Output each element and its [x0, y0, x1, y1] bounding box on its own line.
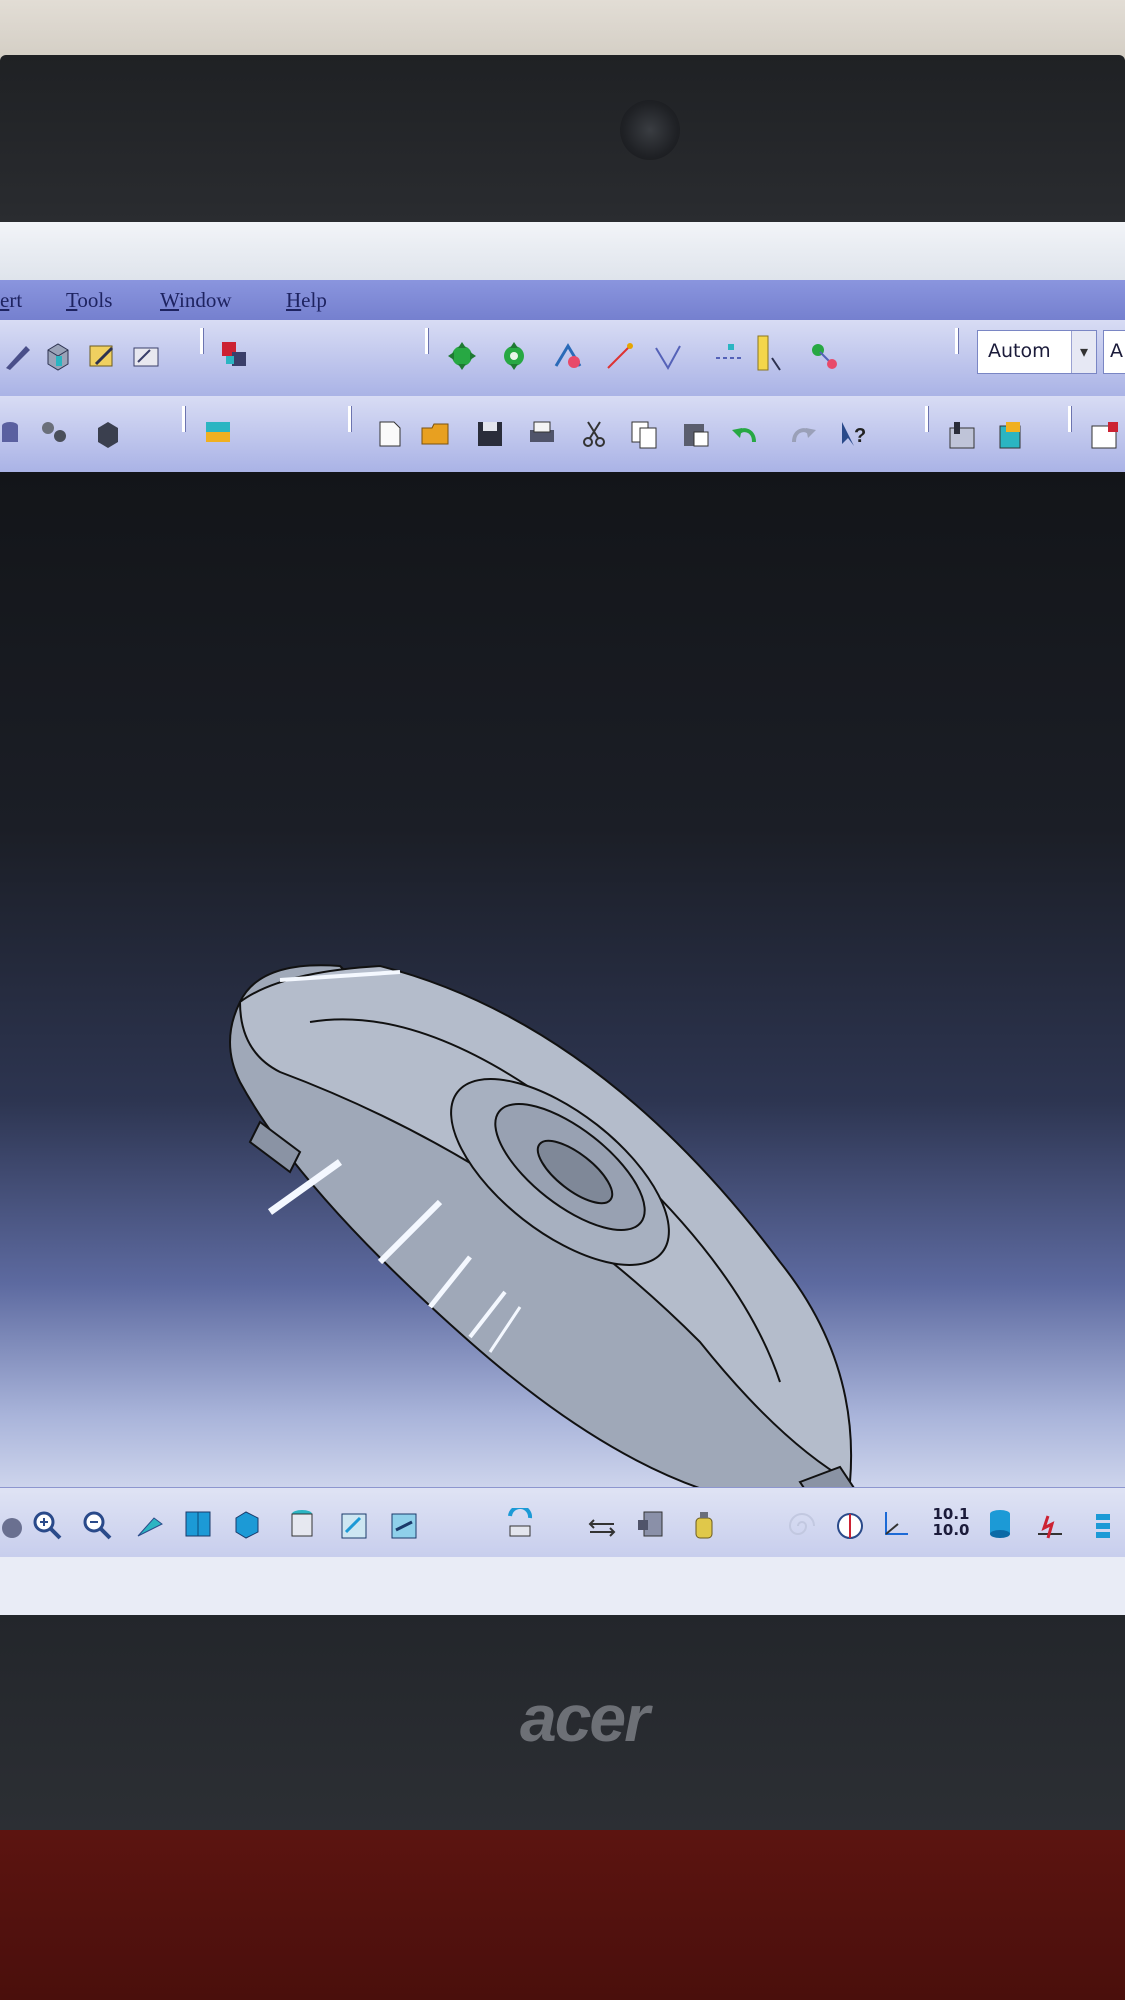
drawing-icon[interactable]	[130, 340, 162, 372]
menu-bar: ert Tools Window Help	[0, 280, 1125, 320]
toolbar-separator	[348, 406, 351, 432]
menu-insert[interactable]: ert	[0, 288, 22, 313]
webcam	[620, 100, 680, 160]
plane-icon[interactable]	[752, 334, 784, 374]
toolbar-separator	[1068, 406, 1071, 432]
svg-text:?: ?	[854, 425, 866, 447]
laptop-screen: ert Tools Window Help Autom ▾ A ? 10.1 1…	[0, 222, 1125, 1622]
whats-this-help-icon[interactable]: ?	[838, 418, 870, 450]
spiral-icon	[788, 1513, 815, 1535]
precision-readout-top: 10.1	[932, 1505, 970, 1523]
apply-material-icon[interactable]	[636, 1508, 668, 1540]
window-titlebar	[0, 222, 1125, 280]
mass-properties-icon[interactable]	[688, 1508, 720, 1540]
cylinder-icon[interactable]	[0, 418, 32, 450]
constraint-icon[interactable]	[552, 340, 584, 372]
more-tools-icon[interactable]	[1090, 1510, 1122, 1542]
3d-viewport[interactable]	[0, 472, 1125, 1514]
sectioning-icon[interactable]	[834, 1510, 866, 1542]
save-icon[interactable]	[474, 418, 506, 450]
toolbar-separator	[425, 328, 428, 354]
sketch-icon[interactable]	[2, 340, 34, 372]
paste-icon[interactable]	[680, 418, 712, 450]
print-icon[interactable]	[526, 418, 558, 450]
laptop-top-bezel	[0, 55, 1125, 225]
normal-view-icon[interactable]	[134, 1510, 166, 1542]
menu-tools[interactable]: Tools	[66, 288, 112, 313]
render-mode-select[interactable]: Autom ▾	[977, 330, 1097, 374]
laptop-body	[0, 1830, 1125, 2000]
snap-compass-icon[interactable]	[498, 340, 530, 372]
multi-view-icon[interactable]	[182, 1508, 214, 1540]
constraint-error-icon[interactable]	[1034, 1510, 1066, 1542]
new-file-icon[interactable]	[374, 418, 406, 450]
copy-icon[interactable]	[628, 418, 660, 450]
properties-icon[interactable]	[1090, 420, 1122, 452]
status-bar	[0, 1557, 1125, 1622]
menu-window[interactable]: Window	[160, 288, 231, 313]
layers-icon[interactable]	[202, 416, 234, 448]
database-icon[interactable]	[984, 1508, 1016, 1540]
assembly-icon[interactable]	[218, 338, 250, 370]
part-design-icon[interactable]	[42, 340, 74, 372]
toolbar-separator	[955, 328, 958, 354]
feature-edit-icon[interactable]	[86, 340, 118, 372]
precision-readout-bottom: 10.0	[932, 1521, 970, 1539]
3d-part-model[interactable]	[220, 962, 880, 1522]
hide-show-icon[interactable]	[338, 1510, 370, 1542]
cut-icon[interactable]	[578, 418, 610, 450]
secondary-select[interactable]: A	[1103, 330, 1125, 374]
point-icon[interactable]	[604, 340, 636, 372]
undo-icon[interactable]	[730, 418, 762, 450]
secondary-select-value: A	[1110, 340, 1123, 362]
fly-mode-icon[interactable]	[0, 1512, 32, 1544]
toolbar-row-2: ?	[0, 396, 1125, 473]
solid-icon[interactable]	[92, 418, 124, 450]
pattern-icon[interactable]	[38, 418, 70, 450]
chevron-down-icon[interactable]: ▾	[1071, 331, 1096, 373]
toolbar-separator	[182, 406, 185, 432]
swap-visible-space-icon[interactable]	[388, 1510, 420, 1542]
zoom-in-icon[interactable]	[32, 1510, 64, 1542]
catalog-icon[interactable]	[946, 420, 978, 452]
toolbar-row-1: Autom ▾ A	[0, 320, 1125, 397]
update-icon[interactable]	[504, 1508, 536, 1540]
tree-icon[interactable]	[996, 420, 1028, 452]
measure-icon[interactable]	[808, 340, 840, 372]
analyze-icon[interactable]	[586, 1510, 618, 1542]
menu-help[interactable]: Help	[286, 288, 327, 313]
axis-system-icon[interactable]	[880, 1508, 912, 1540]
redo-icon[interactable]	[786, 418, 818, 450]
brand-logo: acer	[520, 1681, 650, 1755]
render-mode-value: Autom	[988, 340, 1051, 362]
isometric-view-icon[interactable]	[230, 1508, 262, 1540]
move-compass-icon[interactable]	[446, 340, 478, 372]
open-folder-icon[interactable]	[420, 418, 452, 450]
line-icon[interactable]	[652, 340, 684, 372]
precision-readout[interactable]: 10.1 10.0	[930, 1506, 972, 1538]
toolbar-separator	[200, 328, 203, 354]
toolbar-separator	[925, 406, 928, 432]
axis-icon[interactable]	[714, 340, 746, 372]
shading-icon[interactable]	[286, 1508, 318, 1540]
zoom-out-icon[interactable]	[82, 1510, 114, 1542]
